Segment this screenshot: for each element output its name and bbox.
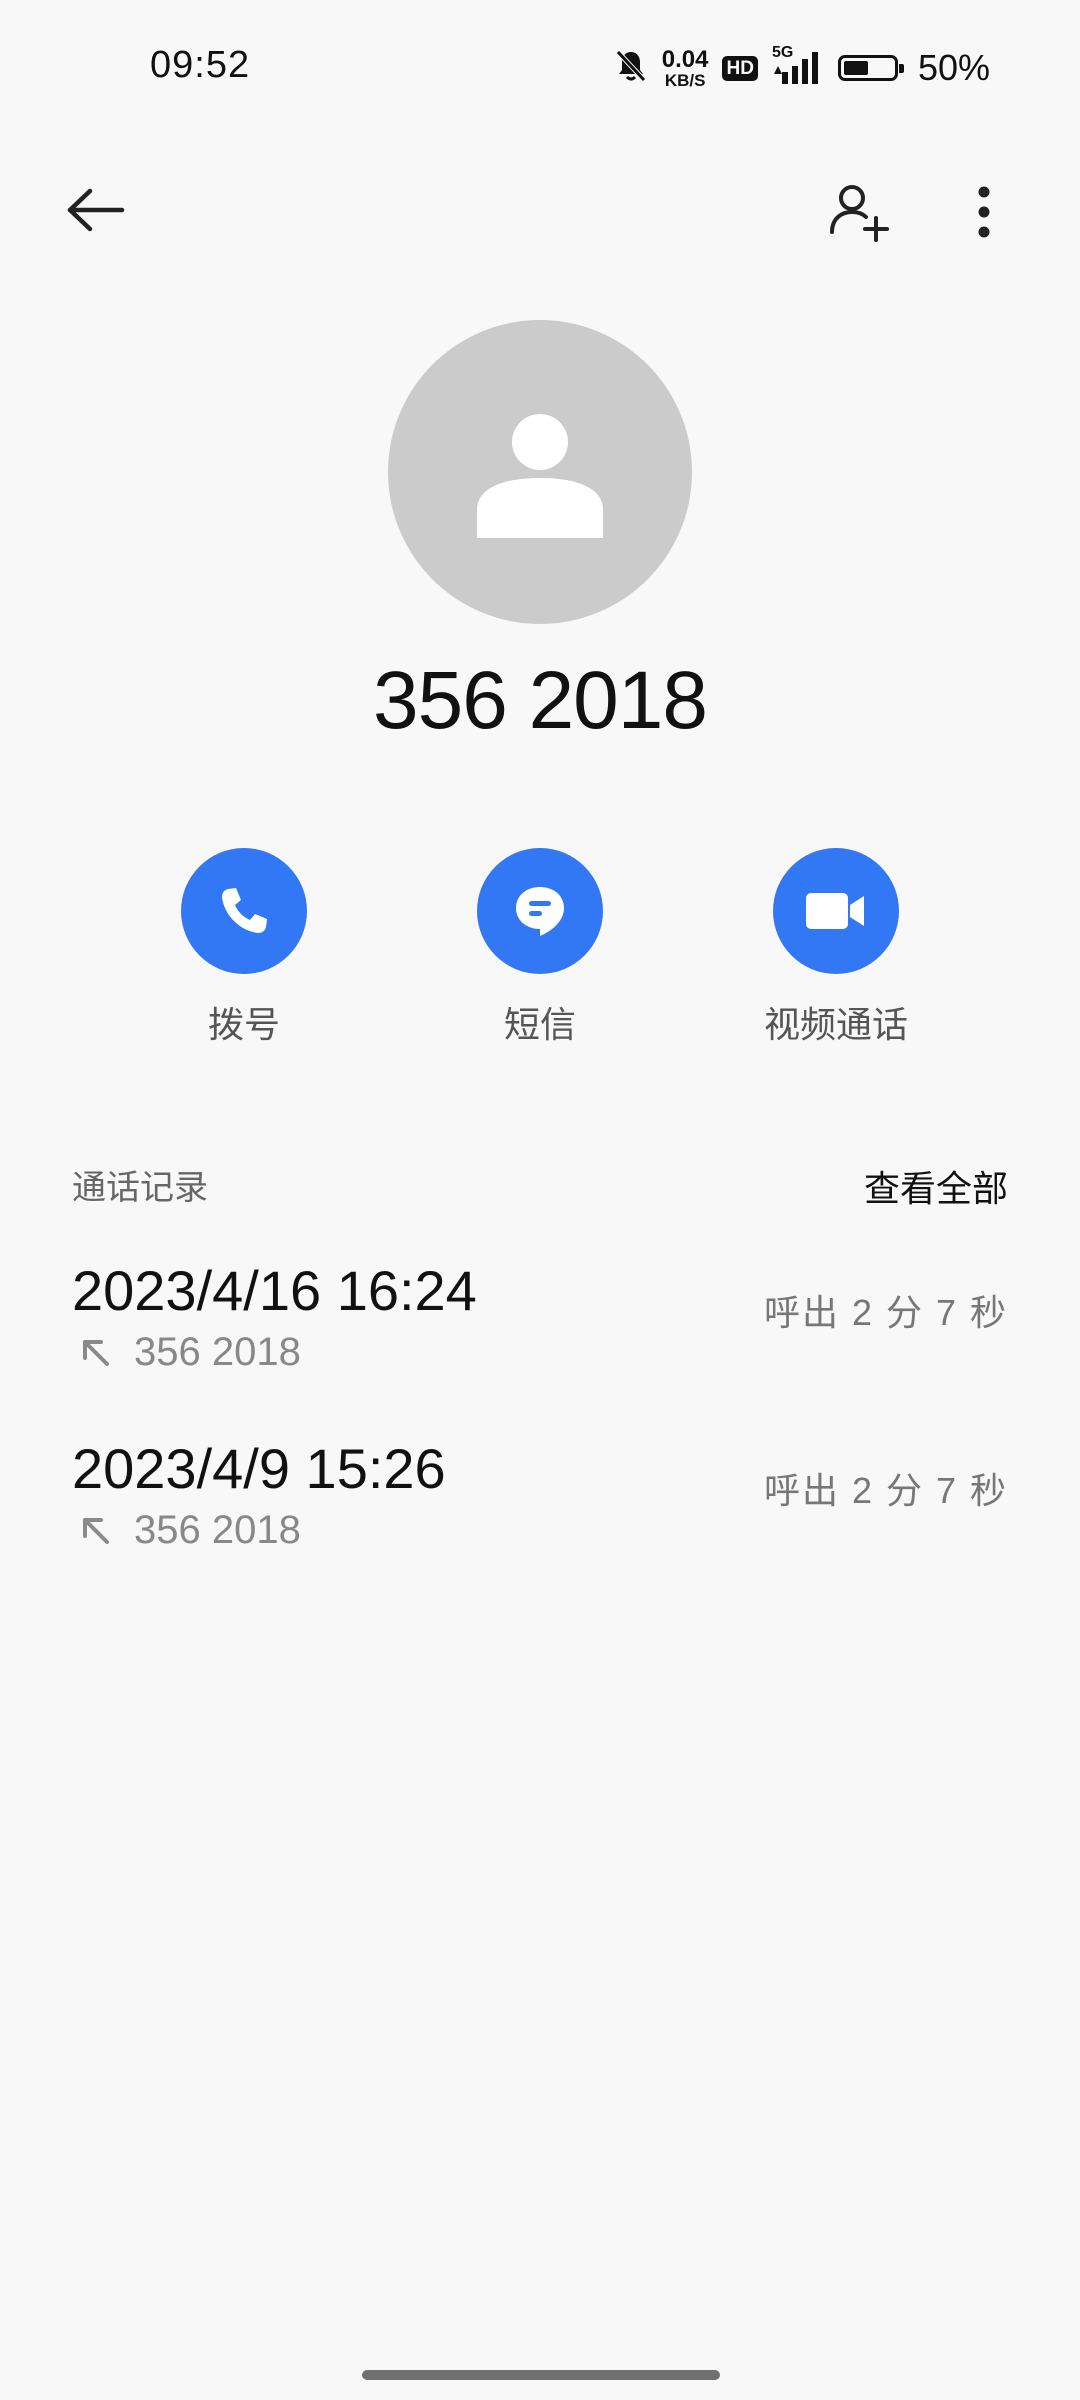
message-action[interactable]: 短信 [420, 848, 660, 1048]
battery-icon [837, 55, 904, 81]
video-call-label: 视频通话 [763, 1004, 908, 1045]
call-log-item[interactable]: 2023/4/9 15:26 356 2018 呼出 2 分 7 秒 [72, 1436, 1008, 1566]
video-call-action[interactable]: 视频通话 [716, 848, 956, 1048]
call-meta: 呼出 2 分 7 秒 [763, 1470, 1008, 1511]
message-icon [516, 887, 564, 936]
battery-fill [843, 61, 868, 75]
outgoing-call-icon [83, 1517, 109, 1544]
arrow-left-icon [67, 188, 125, 232]
call-sub-line: 356 2018 [80, 1330, 301, 1375]
signal-strength-icon: 5G [772, 44, 824, 86]
net-speed-unit: KB/S [664, 70, 706, 90]
video-call-button[interactable] [773, 848, 899, 974]
contact-number: 356 2018 [372, 655, 708, 746]
call-log-header: 通话记录 查看全部 [72, 1160, 1008, 1210]
video-icon [806, 893, 864, 929]
add-contact-button[interactable] [818, 170, 902, 254]
view-all-link[interactable]: 查看全部 [864, 1160, 1008, 1212]
more-vertical-icon [978, 186, 990, 238]
call-number: 356 2018 [134, 1330, 301, 1374]
net-speed-value: 0.04 [661, 45, 709, 73]
battery-percent: 50% [917, 47, 990, 88]
contact-detail-screen: 09:52 0.04 KB/S HD 5G 50% 356 2018 拨号 短信… [0, 0, 1080, 2400]
call-sub-line: 356 2018 [80, 1508, 301, 1553]
dial-action[interactable]: 拨号 [124, 848, 364, 1048]
status-bar: 09:52 0.04 KB/S HD 5G 50% [0, 0, 1080, 130]
more-options-button[interactable] [944, 170, 1024, 254]
status-icons: 0.04 KB/S HD 5G 50% [614, 42, 990, 94]
call-log-title: 通话记录 [72, 1169, 208, 1207]
mute-bell-icon [614, 48, 648, 89]
message-button[interactable] [477, 848, 603, 974]
dial-label: 拨号 [207, 1004, 280, 1045]
call-datetime: 2023/4/16 16:24 [72, 1259, 477, 1322]
person-silhouette-icon [477, 414, 603, 538]
status-time: 09:52 [150, 44, 251, 86]
contact-avatar [388, 320, 692, 624]
message-label: 短信 [503, 1004, 576, 1045]
dial-button[interactable] [181, 848, 307, 974]
action-bar: 拨号 短信 视频通话 [0, 848, 1080, 1048]
call-datetime: 2023/4/9 15:26 [72, 1437, 446, 1500]
home-indicator[interactable] [362, 2370, 720, 2380]
person-add-icon [830, 185, 889, 242]
outgoing-call-icon [83, 1339, 109, 1366]
back-button[interactable] [56, 170, 136, 250]
call-log-item[interactable]: 2023/4/16 16:24 356 2018 呼出 2 分 7 秒 [72, 1258, 1008, 1388]
call-meta: 呼出 2 分 7 秒 [763, 1292, 1008, 1333]
phone-icon [222, 888, 267, 933]
network-speed: 0.04 KB/S [661, 45, 709, 90]
call-number: 356 2018 [134, 1508, 301, 1552]
hd-badge: HD [722, 55, 758, 81]
